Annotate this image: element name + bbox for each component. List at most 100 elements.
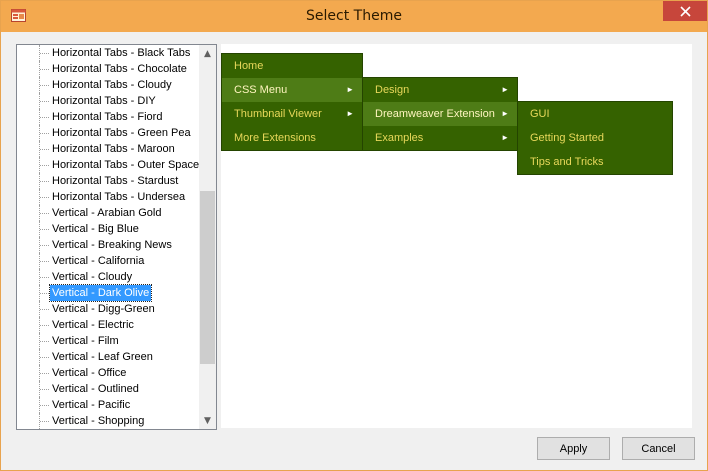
tree-item[interactable]: Horizontal Tabs - Cloudy: [17, 77, 198, 93]
close-button[interactable]: [663, 1, 707, 21]
tree-item[interactable]: Horizontal Tabs - Stardust: [17, 173, 198, 189]
tree-item[interactable]: Vertical - Arabian Gold: [17, 205, 198, 221]
select-theme-dialog: Select Theme Horizontal Tabs - Black Tab…: [0, 0, 708, 471]
scroll-thumb[interactable]: [200, 191, 215, 364]
tree-item-label: Horizontal Tabs - Chocolate: [52, 63, 187, 75]
tree-item[interactable]: Horizontal Tabs - Chocolate: [17, 61, 198, 77]
preview-menu-item[interactable]: Dreamweaver Extension ►: [363, 102, 517, 126]
tree-item-label: Vertical - Office: [52, 367, 127, 379]
tree-item[interactable]: Vertical - Breaking News: [17, 237, 198, 253]
preview-menu-level1: Home CSS Menu ► Thumbnail Viewer ► More Exten…: [221, 53, 363, 151]
tree-item-label: Horizontal Tabs - Stardust: [52, 175, 179, 187]
tree-item[interactable]: Vertical - Outlined: [17, 381, 198, 397]
submenu-arrow-icon: ►: [346, 85, 354, 94]
tree-connector: [40, 341, 49, 342]
tree-item[interactable]: Horizontal Tabs - Undersea: [17, 189, 198, 205]
submenu-arrow-icon: ►: [346, 109, 354, 118]
apply-button[interactable]: Apply: [537, 437, 610, 460]
preview-menu-item[interactable]: CSS Menu ►: [222, 78, 362, 102]
tree-item[interactable]: Horizontal Tabs - DIY: [17, 93, 198, 109]
tree-connector: [40, 69, 49, 70]
preview-menu-item-label: More Extensions: [234, 132, 316, 144]
tree-connector: [40, 261, 49, 262]
preview-menu-item-label: CSS Menu: [234, 84, 288, 96]
tree-item-label: Horizontal Tabs - Outer Space: [52, 159, 200, 171]
tree-connector: [40, 117, 49, 118]
tree-connector: [40, 197, 49, 198]
tree-item[interactable]: Horizontal Tabs - Fiord: [17, 109, 198, 125]
tree-item-label: Horizontal Tabs - Black Tabs: [52, 47, 191, 59]
tree-connector: [40, 405, 49, 406]
tree-item-label: Horizontal Tabs - Undersea: [52, 191, 186, 203]
tree-item[interactable]: Horizontal Tabs - Black Tabs: [17, 45, 198, 61]
tree-item-label: Vertical - Leaf Green: [52, 351, 153, 363]
tree-connector: [40, 149, 49, 150]
preview-menu-item-label: Tips and Tricks: [530, 156, 604, 168]
tree-connector: [40, 53, 49, 54]
tree-item-label: Vertical - Breaking News: [52, 239, 172, 251]
theme-tree[interactable]: Horizontal Tabs - Black Tabs Horizontal T…: [16, 44, 217, 430]
tree-connector: [40, 421, 49, 422]
tree-item-label: Vertical - Big Blue: [52, 223, 139, 235]
preview-menu-item[interactable]: Home: [222, 54, 362, 78]
tree-item[interactable]: Horizontal Tabs - Outer Space: [17, 157, 200, 173]
preview-menu-item[interactable]: Examples ►: [363, 126, 517, 150]
tree-item[interactable]: Vertical - Big Blue: [17, 221, 198, 237]
tree-item-label: Vertical - Shopping: [52, 415, 145, 427]
tree-connector: [40, 181, 49, 182]
tree-connector: [40, 245, 49, 246]
tree-item[interactable]: Vertical - California: [17, 253, 198, 269]
scroll-down-button[interactable]: ▼: [199, 412, 216, 429]
submenu-arrow-icon: ►: [501, 85, 509, 94]
tree-connector: [40, 85, 49, 86]
tree-item-label: Vertical - Electric: [52, 319, 134, 331]
preview-menu-item-label: Getting Started: [530, 132, 604, 144]
preview-menu-item[interactable]: Thumbnail Viewer ►: [222, 102, 362, 126]
tree-item[interactable]: Vertical - Pacific: [17, 397, 198, 413]
tree-item-label: Horizontal Tabs - Cloudy: [52, 79, 172, 91]
tree-item-label: Vertical - Film: [52, 335, 119, 347]
tree-item[interactable]: Vertical - Leaf Green: [17, 349, 198, 365]
preview-menu-item-label: Dreamweaver Extension: [375, 108, 495, 120]
vertical-scrollbar[interactable]: ▲ ▼: [199, 45, 216, 429]
tree-item-label: Horizontal Tabs - Green Pea: [52, 127, 191, 139]
theme-preview: Home CSS Menu ► Thumbnail Viewer ► More Exten…: [221, 44, 692, 428]
preview-menu-item-label: Thumbnail Viewer: [234, 108, 322, 120]
tree-item[interactable]: Horizontal Tabs - Green Pea: [17, 125, 198, 141]
preview-menu-item[interactable]: Getting Started: [518, 126, 672, 150]
tree-item-label: Horizontal Tabs - DIY: [52, 95, 156, 107]
tree-item-label: Vertical - Pacific: [52, 399, 131, 411]
tree-item[interactable]: Vertical - Cloudy: [17, 269, 198, 285]
tree-connector: [40, 213, 49, 214]
tree-item-label: Vertical - Outlined: [52, 383, 139, 395]
tree-connector: [40, 229, 49, 230]
chevron-down-icon: ▼: [204, 415, 211, 426]
tree-connector: [40, 277, 49, 278]
tree-item-label: Vertical - Digg-Green: [52, 303, 155, 315]
title-bar[interactable]: Select Theme: [1, 1, 707, 32]
chevron-up-icon: ▲: [204, 48, 211, 59]
scroll-up-button[interactable]: ▲: [199, 45, 216, 62]
tree-item-label: Horizontal Tabs - Maroon: [52, 143, 175, 155]
tree-item[interactable]: Vertical - Film: [17, 333, 198, 349]
tree-item-label: Vertical - California: [52, 255, 145, 267]
tree-item[interactable]: Vertical - Digg-Green: [17, 301, 198, 317]
tree-connector: [40, 357, 49, 358]
tree-connector: [40, 309, 49, 310]
submenu-arrow-icon: ►: [501, 133, 509, 142]
cancel-button[interactable]: Cancel: [622, 437, 695, 460]
tree-item[interactable]: Vertical - Office: [17, 365, 198, 381]
preview-menu-level3: GUI Getting Started Tips and Tricks: [517, 101, 673, 175]
tree-connector: [40, 325, 49, 326]
tree-item[interactable]: Vertical - Shopping: [17, 413, 198, 429]
preview-menu-item-label: Examples: [375, 132, 424, 144]
tree-item[interactable]: Horizontal Tabs - Maroon: [17, 141, 198, 157]
preview-menu-item[interactable]: More Extensions: [222, 126, 362, 150]
preview-menu-item[interactable]: Design ►: [363, 78, 517, 102]
preview-menu-item[interactable]: Tips and Tricks: [518, 150, 672, 174]
tree-item[interactable]: Vertical - Electric: [17, 317, 198, 333]
tree-item[interactable]: Vertical - Dark Olive: [17, 284, 198, 302]
tree-item-label: Vertical - Dark Olive: [48, 284, 153, 302]
tree-connector: [40, 165, 49, 166]
preview-menu-item[interactable]: GUI: [518, 102, 672, 126]
